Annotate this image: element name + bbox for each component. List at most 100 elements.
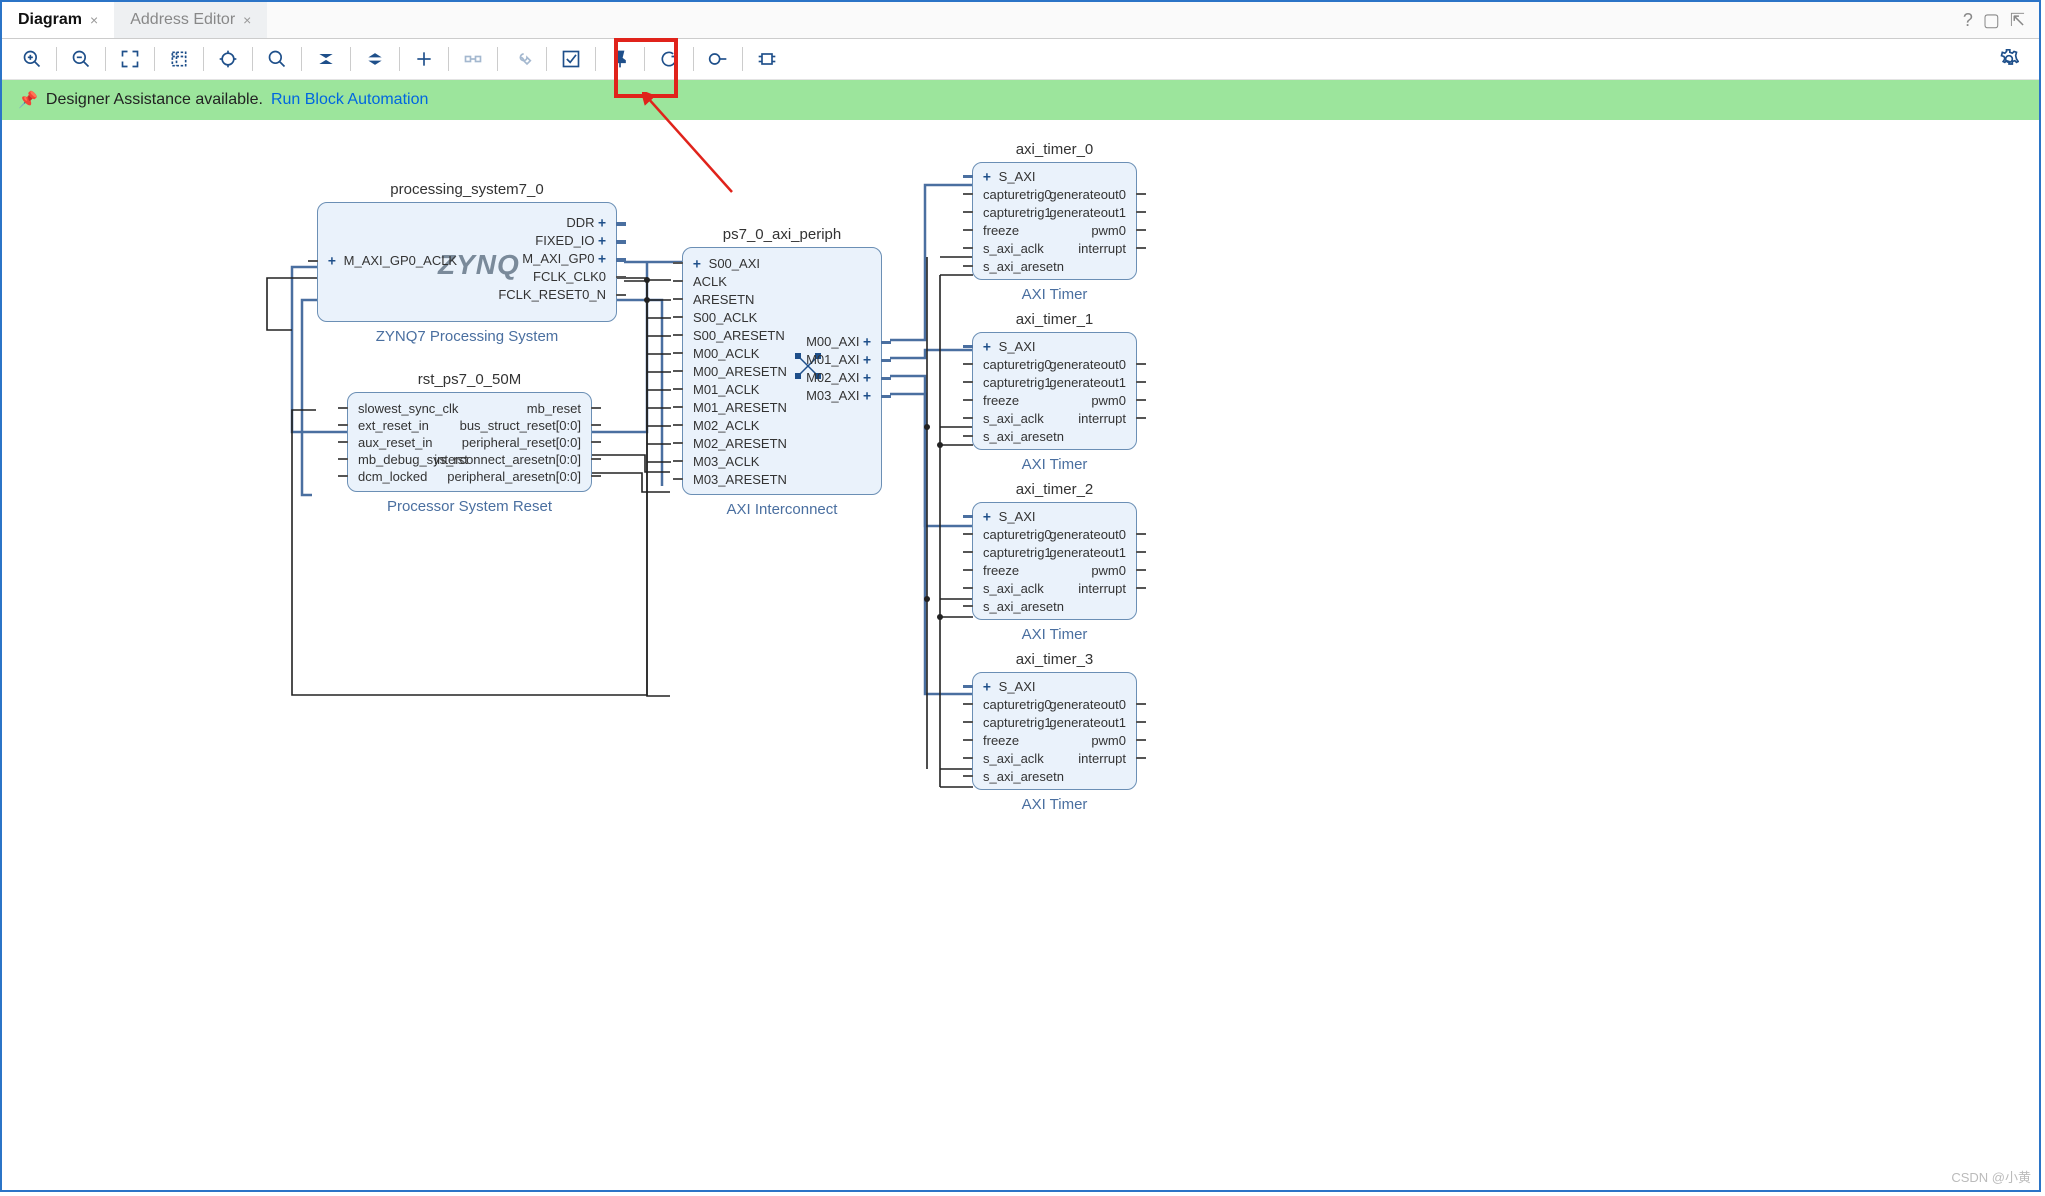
port: M01_ACLK [693, 382, 759, 397]
separator [742, 47, 743, 71]
port: pwm0 [1091, 563, 1126, 578]
port: generateout1 [1049, 545, 1126, 560]
collapse-icon[interactable] [311, 44, 341, 74]
add-icon[interactable] [409, 44, 439, 74]
tab-diagram-label: Diagram [18, 11, 82, 29]
port: freeze [983, 393, 1019, 408]
port: capturetrig0 [983, 187, 1052, 202]
port: capturetrig0 [983, 527, 1052, 542]
optimize-icon[interactable] [703, 44, 733, 74]
port: pwm0 [1091, 223, 1126, 238]
validate-icon[interactable] [556, 44, 586, 74]
restore-icon[interactable]: ▢ [1983, 10, 2000, 31]
port: s_axi_aresetn [983, 769, 1064, 784]
block-type-label: AXI Timer [973, 456, 1136, 473]
tab-diagram[interactable]: Diagram × [2, 2, 114, 38]
pin-icon[interactable] [605, 44, 635, 74]
port: bus_struct_reset[0:0] [460, 418, 581, 433]
port: M03_AXI + [806, 388, 871, 404]
watermark: CSDN @小黄 [1951, 1167, 2031, 1186]
separator [252, 47, 253, 71]
port: capturetrig1 [983, 205, 1052, 220]
port: M03_ARESETN [693, 472, 787, 487]
banner-message: Designer Assistance available. [46, 91, 263, 109]
port: + S00_AXI [693, 256, 760, 272]
port: M00_AXI + [806, 334, 871, 350]
regenerate-layout-icon[interactable] [654, 44, 684, 74]
block-design-canvas[interactable]: processing_system7_0 ZYNQ + M_AXI_GP0_AC… [2, 132, 2039, 1190]
port: generateout0 [1049, 357, 1126, 372]
port: interconnect_aresetn[0:0] [434, 452, 581, 467]
block-axi-interconnect[interactable]: ps7_0_axi_periph AXI Interconnect M00_AX… [682, 247, 882, 495]
port: ext_reset_in [358, 418, 429, 433]
wrench-icon[interactable] [507, 44, 537, 74]
port: freeze [983, 223, 1019, 238]
close-icon[interactable]: × [90, 12, 98, 28]
port: s_axi_aclk [983, 751, 1044, 766]
tab-bar: Diagram × Address Editor × ? ▢ ⇱ [2, 2, 2039, 39]
block-axi-timer-1[interactable]: axi_timer_1AXI Timer+ S_AXIcapturetrig0c… [972, 332, 1137, 450]
port: + S_AXI [983, 679, 1036, 695]
tab-address-editor[interactable]: Address Editor × [114, 2, 267, 38]
block-axi-timer-2[interactable]: axi_timer_2AXI Timer+ S_AXIcapturetrig0c… [972, 502, 1137, 620]
help-icon[interactable]: ? [1963, 10, 1973, 31]
window-controls: ? ▢ ⇱ [1963, 10, 2039, 31]
port: M00_ARESETN [693, 364, 787, 379]
block-processor-system-reset[interactable]: rst_ps7_0_50M slowest_sync_clk ext_reset… [347, 392, 592, 492]
port: ACLK [693, 274, 727, 289]
separator [56, 47, 57, 71]
target-icon[interactable] [213, 44, 243, 74]
zoom-area-icon[interactable] [164, 44, 194, 74]
port: dcm_locked [358, 469, 427, 484]
block-instance-name: processing_system7_0 [318, 181, 616, 198]
block-type-label: AXI Interconnect [683, 501, 881, 518]
port: mb_reset [527, 401, 581, 416]
block-instance-name: axi_timer_0 [973, 141, 1136, 158]
separator [693, 47, 694, 71]
block-instance-name: rst_ps7_0_50M [348, 371, 591, 388]
search-icon[interactable] [262, 44, 292, 74]
port: capturetrig0 [983, 697, 1052, 712]
assistance-banner: 📌 Designer Assistance available. Run Blo… [2, 80, 2039, 120]
port-m-axi-gp0: M_AXI_GP0 + [522, 251, 606, 267]
zoom-out-icon[interactable] [66, 44, 96, 74]
close-icon[interactable]: × [243, 12, 251, 28]
popout-icon[interactable]: ⇱ [2010, 10, 2025, 31]
run-block-automation-link[interactable]: Run Block Automation [271, 91, 428, 109]
expand-icon[interactable] [360, 44, 390, 74]
port: pwm0 [1091, 393, 1126, 408]
port: + S_AXI [983, 169, 1036, 185]
block-type-label: Processor System Reset [348, 498, 591, 515]
separator [301, 47, 302, 71]
settings-icon[interactable] [1994, 44, 2024, 74]
separator [203, 47, 204, 71]
ip-icon[interactable] [752, 44, 782, 74]
separator [497, 47, 498, 71]
zoom-in-icon[interactable] [17, 44, 47, 74]
block-instance-name: axi_timer_2 [973, 481, 1136, 498]
port-fixed-io: FIXED_IO + [535, 233, 606, 249]
port: + S_AXI [983, 339, 1036, 355]
separator [105, 47, 106, 71]
port: M01_ARESETN [693, 400, 787, 415]
block-type-label: AXI Timer [973, 796, 1136, 813]
port-fclk-clk0: FCLK_CLK0 [533, 269, 606, 284]
port: s_axi_aresetn [983, 599, 1064, 614]
block-axi-timer-0[interactable]: axi_timer_0AXI Timer+ S_AXIcapturetrig0c… [972, 162, 1137, 280]
zoom-fit-icon[interactable] [115, 44, 145, 74]
block-processing-system7[interactable]: processing_system7_0 ZYNQ + M_AXI_GP0_AC… [317, 202, 617, 322]
block-type-label: AXI Timer [973, 626, 1136, 643]
port: s_axi_aresetn [983, 259, 1064, 274]
port: aux_reset_in [358, 435, 432, 450]
block-axi-timer-3[interactable]: axi_timer_3AXI Timer+ S_AXIcapturetrig0c… [972, 672, 1137, 790]
port: interrupt [1078, 751, 1126, 766]
port: interrupt [1078, 411, 1126, 426]
port: capturetrig1 [983, 715, 1052, 730]
separator [399, 47, 400, 71]
connection-icon[interactable] [458, 44, 488, 74]
port: M01_AXI + [806, 352, 871, 368]
port-m-axi-gp0-aclk: + M_AXI_GP0_ACLK [328, 253, 457, 269]
separator [448, 47, 449, 71]
port: S00_ARESETN [693, 328, 785, 343]
port: capturetrig1 [983, 545, 1052, 560]
